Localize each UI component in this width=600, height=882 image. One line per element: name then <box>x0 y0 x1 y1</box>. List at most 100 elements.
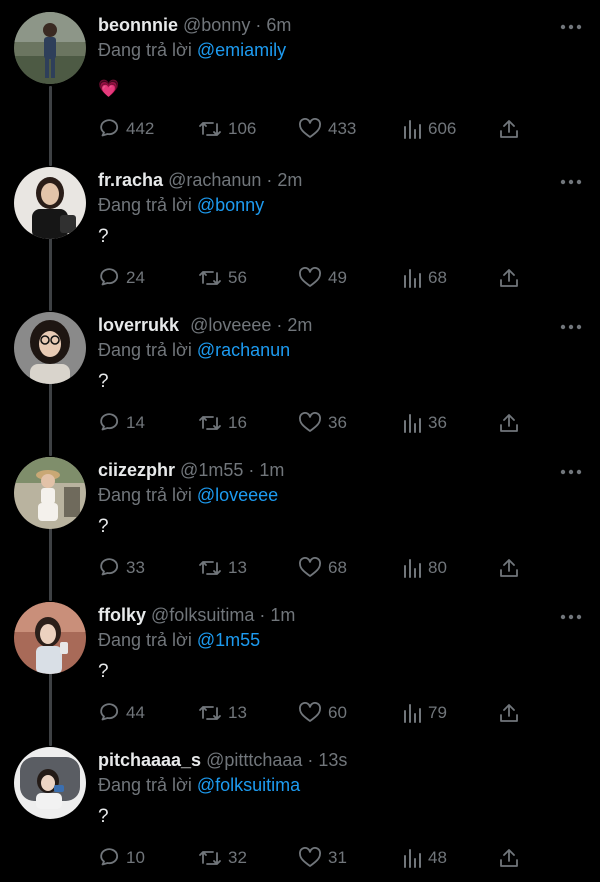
more-dots-icon[interactable] <box>560 324 582 330</box>
views-button[interactable]: 48 <box>402 844 447 872</box>
avatar[interactable] <box>14 602 86 674</box>
reply-count: 44 <box>126 703 145 722</box>
tweet[interactable]: loverrukk @loveeee · 2m Đang trả lời @ra… <box>0 302 600 447</box>
action-bar: 24 56 49 68 <box>98 264 528 292</box>
like-button[interactable]: 68 <box>298 554 347 582</box>
replying-to: Đang trả lời @1m55 <box>98 629 260 651</box>
retweet-button[interactable]: 13 <box>198 554 247 582</box>
more-dots-icon[interactable] <box>560 24 582 30</box>
display-name[interactable]: ffolky <box>98 605 146 625</box>
handle-time: @1m55 · 1m <box>180 460 285 480</box>
views-count: 80 <box>428 558 447 577</box>
share-button[interactable] <box>498 115 520 143</box>
heart-icon <box>299 702 321 722</box>
tweet-header: fr.racha @rachanun · 2m <box>98 169 302 191</box>
reply-button[interactable]: 33 <box>98 554 145 582</box>
retweet-button[interactable]: 16 <box>198 409 247 437</box>
handle-time: @bonny · 6m <box>183 15 292 35</box>
views-count: 36 <box>428 413 447 432</box>
tweet[interactable]: ffolky @folksuitima · 1m Đang trả lời @1… <box>0 592 600 737</box>
views-button[interactable]: 68 <box>402 264 447 292</box>
display-name[interactable]: loverrukk <box>98 315 179 335</box>
like-button[interactable]: 49 <box>298 264 347 292</box>
mention-link[interactable]: @1m55 <box>197 630 260 650</box>
like-button[interactable]: 60 <box>298 699 347 727</box>
retweet-button[interactable]: 32 <box>198 844 247 872</box>
mention-link[interactable]: @bonny <box>197 195 264 215</box>
share-button[interactable] <box>498 264 520 292</box>
retweet-count: 16 <box>228 413 247 432</box>
share-upload-icon <box>500 120 518 138</box>
replying-to: Đang trả lời @folksuitima <box>98 774 300 796</box>
reply-count: 10 <box>126 848 145 867</box>
display-name[interactable]: beonnnie <box>98 15 178 35</box>
like-button[interactable]: 31 <box>298 844 347 872</box>
replying-to: Đang trả lời @bonny <box>98 194 264 216</box>
tweet-text: ? <box>98 516 109 537</box>
handle-time: @rachanun · 2m <box>168 170 303 190</box>
tweet[interactable]: pitchaaaa_s @pitttchaaa · 13s Đang trả l… <box>0 737 600 882</box>
views-button[interactable]: 36 <box>402 409 447 437</box>
avatar[interactable] <box>14 12 86 84</box>
like-button[interactable]: 36 <box>298 409 347 437</box>
retweet-count: 56 <box>228 268 247 287</box>
like-button[interactable]: 433 <box>298 115 356 143</box>
tweet-header: ffolky @folksuitima · 1m <box>98 604 295 626</box>
reply-button[interactable]: 44 <box>98 699 145 727</box>
speech-bubble-icon <box>100 268 119 286</box>
views-button[interactable]: 80 <box>402 554 447 582</box>
mention-link[interactable]: @folksuitima <box>197 775 300 795</box>
share-upload-icon <box>500 414 518 432</box>
like-count: 68 <box>328 558 347 577</box>
retweet-button[interactable]: 13 <box>198 699 247 727</box>
replying-to-label: Đang trả lời <box>98 485 192 505</box>
display-name[interactable]: fr.racha <box>98 170 163 190</box>
reply-count: 24 <box>126 268 145 287</box>
share-button[interactable] <box>498 699 520 727</box>
avatar[interactable] <box>14 747 86 819</box>
more-dots-icon[interactable] <box>560 614 582 620</box>
share-button[interactable] <box>498 844 520 872</box>
display-name[interactable]: ciizezphr <box>98 460 175 480</box>
reply-button[interactable]: 24 <box>98 264 145 292</box>
heart-icon <box>299 267 321 287</box>
tweet[interactable]: beonnnie @bonny · 6m Đang trả lời @emiam… <box>0 2 600 147</box>
reply-button[interactable]: 14 <box>98 409 145 437</box>
reply-button[interactable]: 10 <box>98 844 145 872</box>
more-dots-icon[interactable] <box>560 469 582 475</box>
tweet-header: beonnnie @bonny · 6m <box>98 14 291 36</box>
mention-link[interactable]: @rachanun <box>197 340 290 360</box>
replying-to: Đang trả lời @emiamily <box>98 39 286 61</box>
retweet-button[interactable]: 106 <box>198 115 256 143</box>
display-name[interactable]: pitchaaaa_s <box>98 750 201 770</box>
share-upload-icon <box>500 704 518 722</box>
speech-bubble-icon <box>100 413 119 431</box>
retweet-button[interactable]: 56 <box>198 264 247 292</box>
avatar[interactable] <box>14 167 86 239</box>
avatar[interactable] <box>14 457 86 529</box>
bar-chart-icon <box>404 414 421 433</box>
views-count: 68 <box>428 268 447 287</box>
tweet[interactable]: fr.racha @rachanun · 2m Đang trả lời @bo… <box>0 157 600 302</box>
avatar[interactable] <box>14 312 86 384</box>
retweet-icon <box>199 271 221 285</box>
action-bar: 442 106 433 606 <box>98 115 528 143</box>
views-count: 606 <box>428 119 457 138</box>
bar-chart-icon <box>404 704 421 723</box>
views-button[interactable]: 606 <box>402 115 456 143</box>
action-bar: 33 13 68 80 <box>98 554 528 582</box>
mention-link[interactable]: @emiamily <box>197 40 286 60</box>
replying-to-label: Đang trả lời <box>98 775 192 795</box>
views-button[interactable]: 79 <box>402 699 447 727</box>
retweet-count: 13 <box>228 703 247 722</box>
tweet-header: pitchaaaa_s @pitttchaaa · 13s <box>98 749 347 771</box>
tweet[interactable]: ciizezphr @1m55 · 1m Đang trả lời @lovee… <box>0 447 600 592</box>
heart-icon <box>299 118 321 138</box>
more-dots-icon[interactable] <box>560 179 582 185</box>
share-button[interactable] <box>498 554 520 582</box>
like-count: 31 <box>328 848 347 867</box>
retweet-count: 32 <box>228 848 247 867</box>
mention-link[interactable]: @loveeee <box>197 485 278 505</box>
reply-button[interactable]: 442 <box>98 115 154 143</box>
share-button[interactable] <box>498 409 520 437</box>
